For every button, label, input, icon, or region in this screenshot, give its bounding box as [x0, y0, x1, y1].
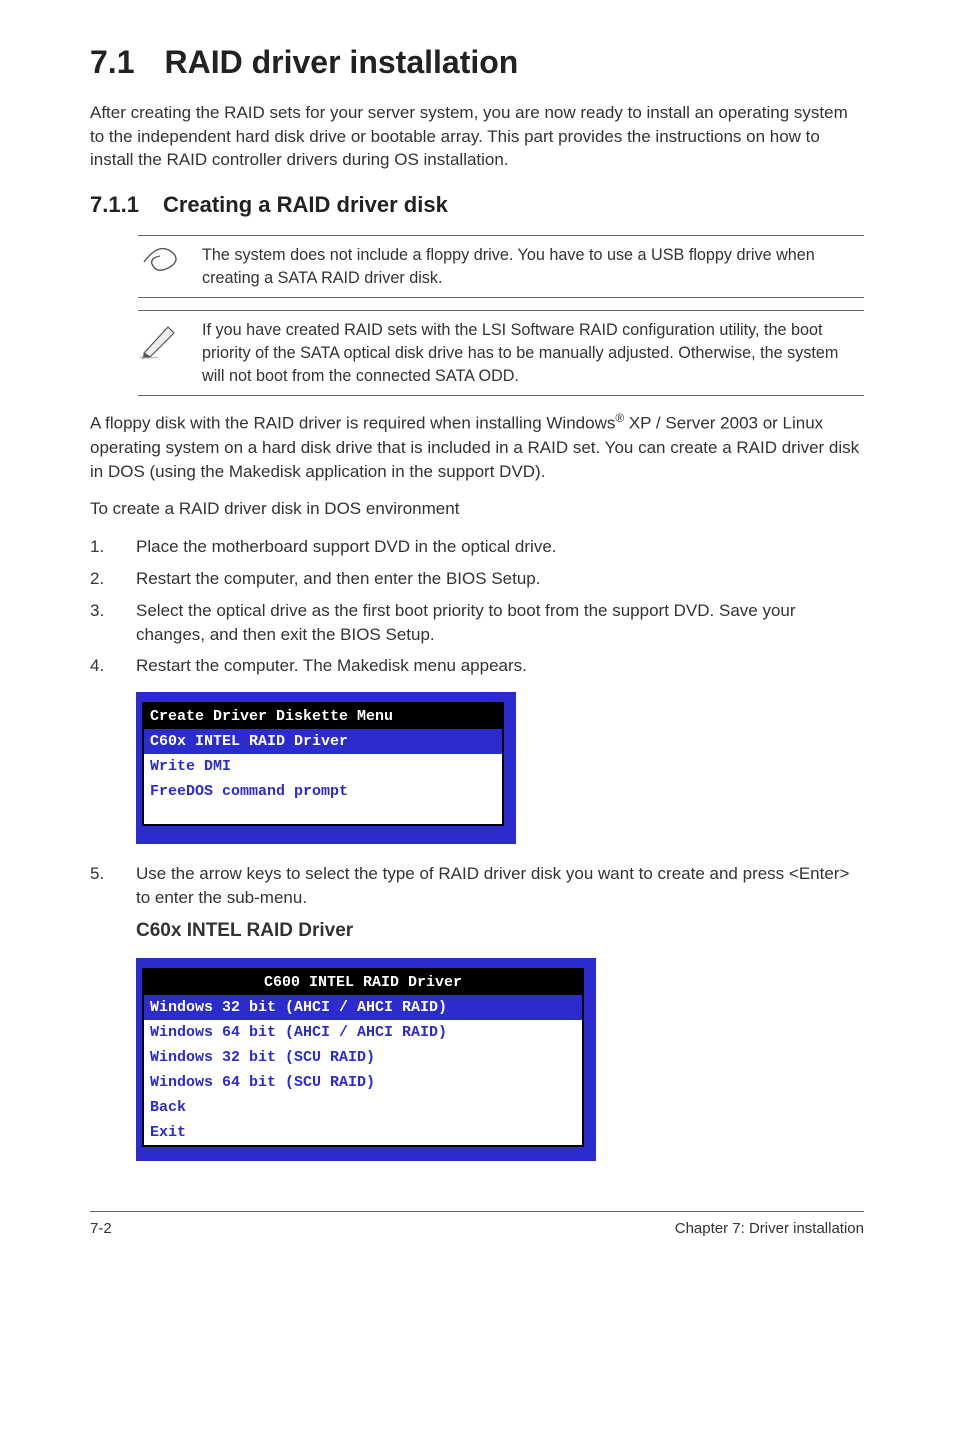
note-box: The system does not include a floppy dri…	[138, 235, 864, 298]
subsection-heading: 7.1.1 Creating a RAID driver disk	[90, 190, 864, 221]
subsection-number: 7.1.1	[90, 192, 139, 217]
page-title: 7.1 RAID driver installation	[90, 40, 864, 85]
list-number: 3.	[90, 599, 112, 647]
paperclip-icon	[138, 244, 182, 285]
note-text: If you have created RAID sets with the L…	[202, 319, 864, 387]
list-item: 5. Use the arrow keys to select the type…	[90, 862, 864, 910]
ordered-list: 5. Use the arrow keys to select the type…	[90, 862, 864, 910]
menu-title: Create Driver Diskette Menu	[144, 704, 502, 729]
menu-item: Windows 64 bit (SCU RAID)	[144, 1070, 582, 1095]
page-footer: 7-2 Chapter 7: Driver installation	[90, 1211, 864, 1239]
list-text: Restart the computer. The Makedisk menu …	[136, 654, 527, 678]
section-title: RAID driver installation	[164, 44, 518, 80]
list-text: Use the arrow keys to select the type of…	[136, 862, 864, 910]
note-text: The system does not include a floppy dri…	[202, 244, 864, 289]
ordered-list: 1. Place the motherboard support DVD in …	[90, 535, 864, 678]
list-text: Restart the computer, and then enter the…	[136, 567, 540, 591]
list-text: Place the motherboard support DVD in the…	[136, 535, 557, 559]
sub-heading: C60x INTEL RAID Driver	[136, 918, 864, 945]
intro-paragraph: After creating the RAID sets for your se…	[90, 101, 864, 172]
list-number: 4.	[90, 654, 112, 678]
list-number: 5.	[90, 862, 112, 910]
list-item: 1. Place the motherboard support DVD in …	[90, 535, 864, 559]
section-number: 7.1	[90, 44, 134, 80]
menu-item: Exit	[144, 1120, 582, 1145]
registered-mark: ®	[615, 411, 624, 425]
subsection-title: Creating a RAID driver disk	[163, 192, 448, 217]
menu-title: C600 INTEL RAID Driver	[144, 970, 582, 995]
menu-item: Windows 64 bit (AHCI / AHCI RAID)	[144, 1020, 582, 1045]
list-number: 2.	[90, 567, 112, 591]
list-number: 1.	[90, 535, 112, 559]
menu-item: Windows 32 bit (SCU RAID)	[144, 1045, 582, 1070]
menu-item: Write DMI	[144, 754, 502, 779]
pencil-icon	[138, 319, 182, 366]
list-item: 2. Restart the computer, and then enter …	[90, 567, 864, 591]
note-box: If you have created RAID sets with the L…	[138, 310, 864, 396]
list-item: 4. Restart the computer. The Makedisk me…	[90, 654, 864, 678]
page-number: 7-2	[90, 1218, 112, 1239]
menu-selected-item: C60x INTEL RAID Driver	[144, 729, 502, 754]
list-item: 3. Select the optical drive as the first…	[90, 599, 864, 647]
dos-menu-screenshot: Create Driver Diskette Menu C60x INTEL R…	[136, 692, 516, 844]
menu-item: FreeDOS command prompt	[144, 779, 502, 804]
list-text: Select the optical drive as the first bo…	[136, 599, 864, 647]
menu-selected-item: Windows 32 bit (AHCI / AHCI RAID)	[144, 995, 582, 1020]
body-paragraph: A floppy disk with the RAID driver is re…	[90, 410, 864, 483]
chapter-label: Chapter 7: Driver installation	[675, 1218, 864, 1239]
body-paragraph: To create a RAID driver disk in DOS envi…	[90, 497, 864, 521]
dos-menu-screenshot: C600 INTEL RAID Driver Windows 32 bit (A…	[136, 958, 596, 1161]
menu-item: Back	[144, 1095, 582, 1120]
